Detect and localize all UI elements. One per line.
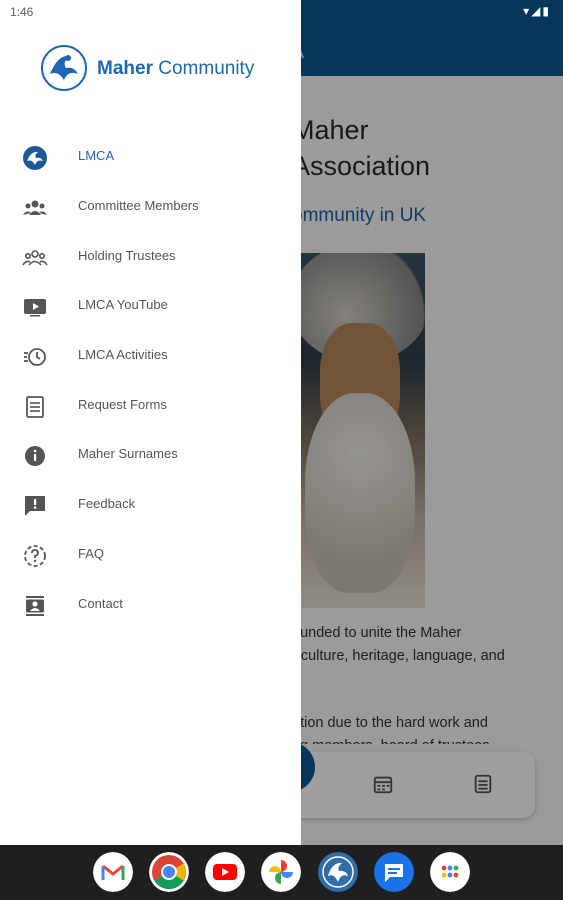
menu-item-maher-surnames[interactable]: Maher Surnames: [0, 431, 301, 479]
messages-icon[interactable]: [374, 852, 414, 892]
taskbar: [0, 845, 563, 900]
lmca-emblem-icon: [41, 45, 87, 91]
battery-icon: ▮: [542, 4, 551, 18]
status-icons: ▾◢▮: [523, 4, 551, 18]
menu-item-lmca[interactable]: LMCA: [0, 133, 301, 181]
menu-item-label: Request Forms: [78, 397, 167, 412]
menu-item-label: Holding Trustees: [78, 248, 176, 263]
menu-item-label: Contact: [78, 596, 123, 611]
photos-icon[interactable]: [261, 852, 301, 892]
youtube-icon: [24, 299, 46, 317]
menu-item-faq[interactable]: FAQ: [0, 531, 301, 579]
status-time: 1:46: [10, 5, 34, 19]
group-outline-icon: [22, 250, 48, 266]
menu-item-feedback[interactable]: Feedback: [0, 481, 301, 529]
feedback-icon: [25, 496, 45, 516]
navigation-drawer: Maher Community LMCA Committee Members H…: [0, 0, 301, 845]
menu-item-lmca-activities[interactable]: LMCA Activities: [0, 332, 301, 380]
signal-icon: ◢: [531, 4, 543, 18]
gmail-icon[interactable]: [93, 852, 133, 892]
youtube-app-icon[interactable]: [205, 852, 245, 892]
menu-item-label: LMCA: [78, 148, 115, 163]
menu-item-committee-members[interactable]: Committee Members: [0, 183, 301, 231]
menu-item-label: LMCA YouTube: [78, 297, 168, 312]
faq-icon: [24, 545, 46, 567]
logo-text: Maher Community: [97, 58, 255, 79]
menu-item-label: LMCA Activities: [78, 347, 168, 362]
menu-item-holding-trustees[interactable]: Holding Trustees: [0, 233, 301, 281]
menu-item-label: FAQ: [78, 546, 105, 561]
lmca-app-icon[interactable]: [318, 852, 358, 892]
group-icon: [23, 200, 47, 215]
history-icon: [24, 348, 46, 366]
wifi-icon: ▾: [523, 4, 532, 18]
app-drawer-icon[interactable]: [430, 852, 470, 892]
menu-item-label: Committee Members: [78, 198, 199, 213]
menu-item-label: Feedback: [78, 496, 136, 511]
menu-item-label: Maher Surnames: [78, 446, 178, 461]
menu-item-request-forms[interactable]: Request Forms: [0, 382, 301, 430]
form-icon: [26, 396, 44, 418]
contact-icon: [26, 596, 44, 616]
maher-community-logo: Maher Community: [40, 44, 270, 96]
lmca-emblem-icon: [23, 146, 47, 170]
info-icon: [25, 446, 45, 466]
chrome-icon[interactable]: [149, 852, 189, 892]
menu-item-lmca-youtube[interactable]: LMCA YouTube: [0, 282, 301, 330]
menu-item-contact[interactable]: Contact: [0, 581, 301, 629]
